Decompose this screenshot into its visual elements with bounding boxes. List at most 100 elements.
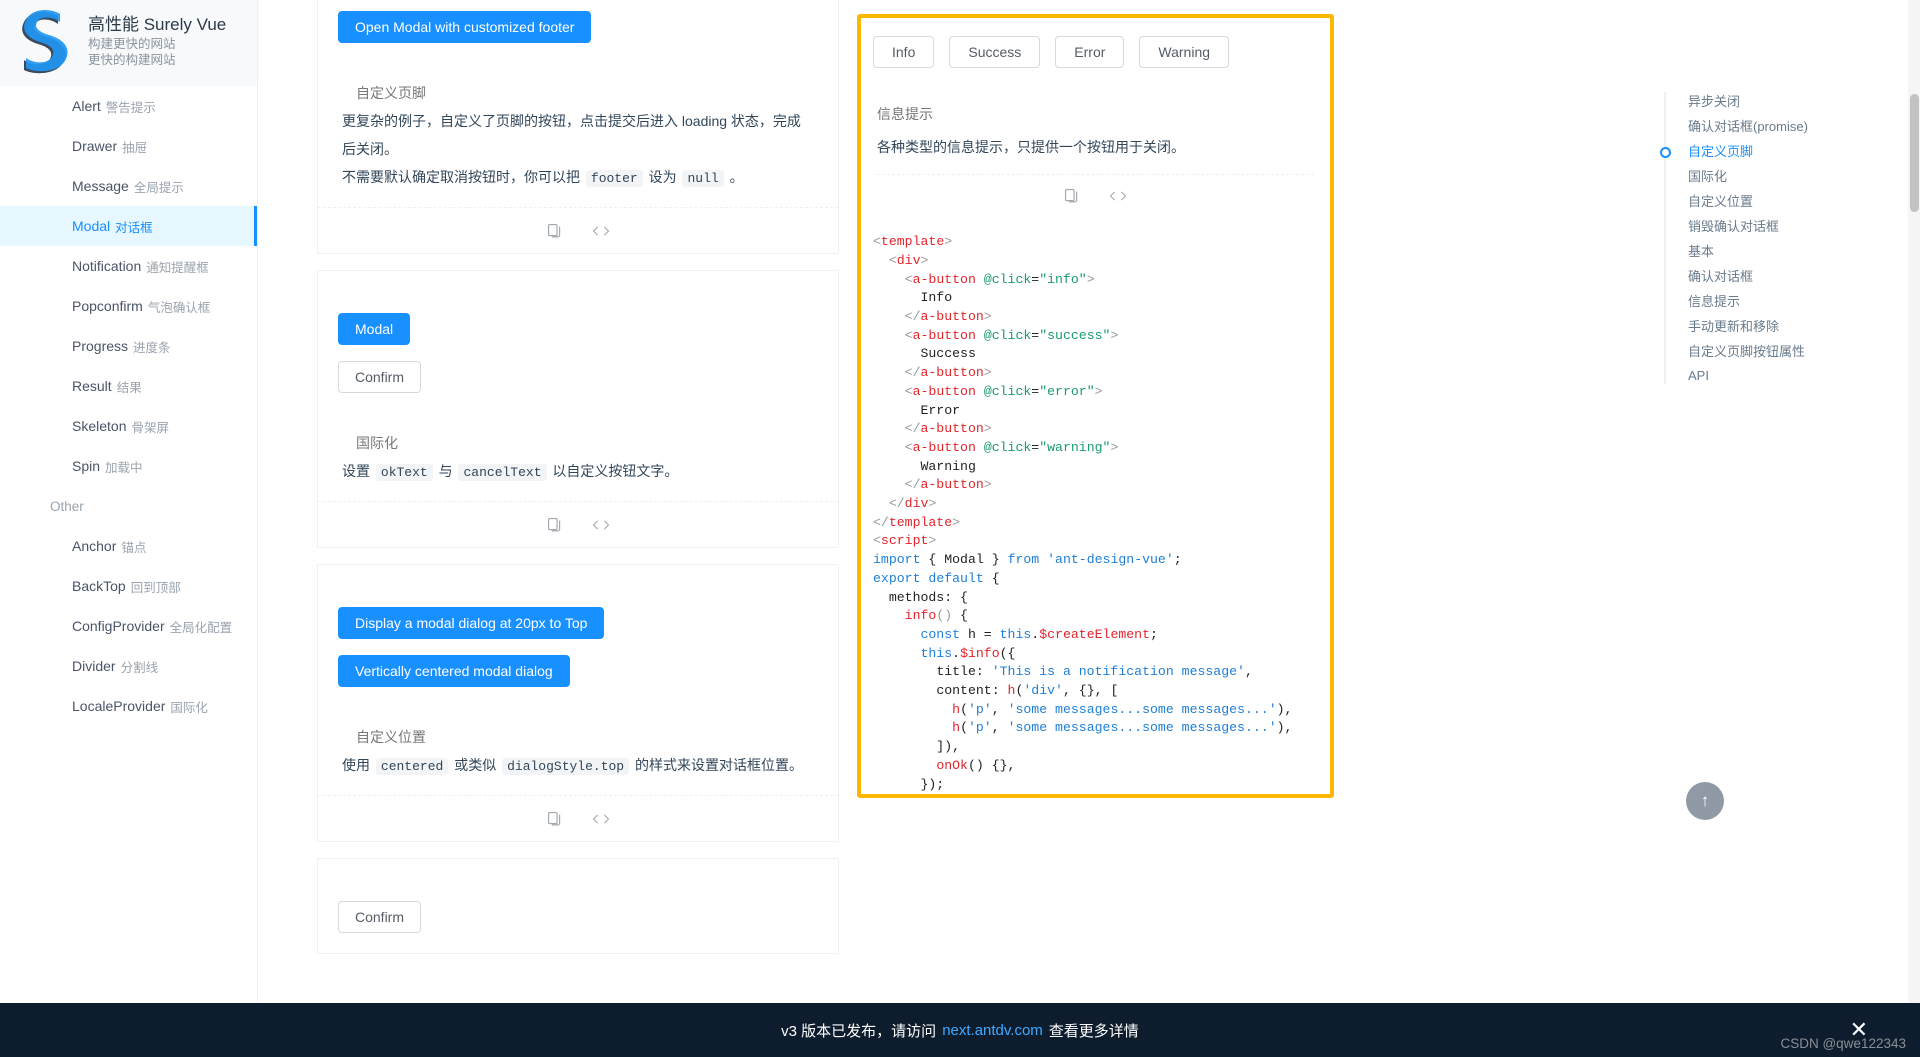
sidebar-item-backtop[interactable]: BackTop 回到顶部 [0,566,257,606]
sidebar-item-label-cn: 结果 [116,380,142,395]
code-collapse-icon[interactable] [1108,189,1128,203]
demo-description: 设置 okText 与 cancelText 以自定义按钮文字。 [342,453,814,501]
modal-button[interactable]: Modal [338,313,411,345]
sidebar-item-label: Divider [72,658,116,674]
sidebar-item-label-cn: 警告提示 [105,100,156,115]
anchor-item-basic[interactable]: 基本 [1664,238,1864,263]
demo-meta: 自定义位置 使用 centered 或类似 dialogStyle.top 的样… [318,727,838,795]
sidebar-item-label: Spin [72,458,101,474]
desc-text: 的样式来设置对话框位置。 [635,757,804,773]
sidebar-item-label-cn: 对话框 [115,220,153,235]
sidebar-item-label-cn: 进度条 [133,340,171,355]
sidebar-item-label-cn: 锚点 [121,540,147,555]
demo-actions [877,174,1314,216]
sidebar-item-modal[interactable]: Modal 对话框 [0,206,257,246]
demo-description: 更复杂的例子，自定义了页脚的按钮，点击提交后进入 loading 状态，完成后关… [342,103,814,207]
brand-text: 高性能 Surely Vue 构建更快的网站 更快的构建网站 [88,14,226,68]
sidebar-nav: Alert 警告提示 Drawer 抽屉 Message 全局提示 Modal … [0,86,257,726]
error-button[interactable]: Error [1055,36,1125,68]
sidebar: 高性能 Surely Vue 构建更快的网站 更快的构建网站 Alert 警告提… [0,0,258,1003]
demo-title-wrap: 国际化 [342,433,814,453]
anchor-item-info-message[interactable]: 信息提示 [1664,288,1864,313]
anchor-item-api[interactable]: API [1664,363,1864,388]
desc-text: 以自定义按钮文字。 [552,463,679,479]
desc-text: 不需要默认确定取消按钮时，你可以把 [342,169,580,185]
anchor-item-locale[interactable]: 国际化 [1664,163,1864,188]
back-to-top-button[interactable]: ↑ [1686,782,1724,820]
sidebar-item-progress[interactable]: Progress 进度条 [0,326,257,366]
demo-description-line2: 不需要默认确定取消按钮时，你可以把 footer 设为 null 。 [342,163,814,193]
sidebar-item-label: Popconfirm [72,298,143,314]
demo-meta: 国际化 设置 okText 与 cancelText 以自定义按钮文字。 [318,433,838,501]
code-expand-icon[interactable] [591,812,611,826]
anchor-item-confirm-promise[interactable]: 确认对话框(promise) [1664,113,1864,138]
sidebar-item-popconfirm[interactable]: Popconfirm 气泡确认框 [0,286,257,326]
sidebar-item-label-cn: 通知提醒框 [146,260,209,275]
sidebar-item-label-cn: 骨架屏 [131,420,169,435]
code-expand-icon[interactable] [591,224,611,238]
demo-column-left: Open Modal with customized footer 自定义页脚 … [317,0,839,970]
sidebar-item-result[interactable]: Result 结果 [0,366,257,406]
demo-card-custom-position: Display a modal dialog at 20px to Top Ve… [317,564,839,842]
anchor-nav: 异步关闭 确认对话框(promise) 自定义页脚 国际化 自定义位置 销毁确认… [1660,88,1864,388]
sidebar-group-other: Other [50,498,84,514]
announcement-banner: v3 版本已发布，请访问 next.antdv.com 查看更多详情 ✕ [0,1003,1920,1057]
demo-description: 各种类型的信息提示，只提供一个按钮用于关闭。 [877,139,1185,155]
anchor-item-custom-position[interactable]: 自定义位置 [1664,188,1864,213]
sidebar-item-alert[interactable]: Alert 警告提示 [0,86,257,126]
demo-actions [318,795,838,841]
sidebar-item-label-cn: 加载中 [105,460,143,475]
sidebar-item-label: Progress [72,338,129,354]
display-modal-20px-top-button[interactable]: Display a modal dialog at 20px to Top [338,607,605,639]
anchor-item-manual-update-remove[interactable]: 手动更新和移除 [1664,313,1864,338]
sidebar-item-label: Result [72,378,112,394]
sidebar-item-spin[interactable]: Spin 加载中 [0,446,257,486]
success-button[interactable]: Success [949,36,1041,68]
open-modal-customized-footer-button[interactable]: Open Modal with customized footer [338,11,592,43]
vertically-centered-modal-button[interactable]: Vertically centered modal dialog [338,655,570,687]
brand-header[interactable]: 高性能 Surely Vue 构建更快的网站 更快的构建网站 [0,0,257,86]
inline-code-centered: centered [375,758,449,775]
warning-button[interactable]: Warning [1139,36,1230,68]
copy-icon[interactable] [546,810,563,827]
sidebar-item-label-cn: 全局化配置 [169,620,233,635]
message-type-button-row: Info Success Error Warning [861,18,1330,68]
banner-link[interactable]: next.antdv.com [942,1022,1043,1039]
sidebar-item-label: Modal [72,218,111,234]
inline-code-oktext: okText [375,464,433,481]
sidebar-item-message[interactable]: Message 全局提示 [0,166,257,206]
demo-actions [318,207,838,253]
desc-text: 设为 [648,169,677,185]
sidebar-item-label: Anchor [72,538,117,554]
desc-text: 与 [438,463,453,479]
code-expand-icon[interactable] [591,518,611,532]
anchor-item-destroy-confirm[interactable]: 销毁确认对话框 [1664,213,1864,238]
sidebar-item-label-cn: 气泡确认框 [147,300,211,315]
copy-icon[interactable] [546,222,563,239]
demo-card-custom-footer: Open Modal with customized footer 自定义页脚 … [317,0,839,254]
page-scrollbar-track[interactable] [1908,0,1920,1003]
highlight-meta: 信息提示 各种类型的信息提示，只提供一个按钮用于关闭。 [861,104,1330,216]
confirm-button[interactable]: Confirm [338,901,422,933]
copy-icon[interactable] [546,516,563,533]
anchor-item-async-close[interactable]: 异步关闭 [1664,88,1864,113]
demo-card-next: Confirm [317,858,839,954]
highlight-inner: Info Success Error Warning 信息提示 各种类型的信息提… [861,18,1330,794]
sidebar-item-label-cn: 抽屉 [122,140,148,155]
sidebar-item-label: Alert [72,98,101,114]
anchor-item-custom-footer[interactable]: 自定义页脚 [1660,138,1864,163]
copy-icon[interactable] [1063,187,1080,204]
sidebar-item-divider[interactable]: Divider 分割线 [0,646,257,686]
info-button[interactable]: Info [873,36,935,68]
page-scrollbar-thumb[interactable] [1910,94,1919,212]
anchor-item-confirm-dialog[interactable]: 确认对话框 [1664,263,1864,288]
anchor-item-custom-footer-button-props[interactable]: 自定义页脚按钮属性 [1664,338,1864,363]
sidebar-item-skeleton[interactable]: Skeleton 骨架屏 [0,406,257,446]
inline-code-null: null [682,170,724,187]
sidebar-item-configprovider[interactable]: ConfigProvider 全局化配置 [0,606,257,646]
confirm-button[interactable]: Confirm [338,361,422,393]
sidebar-item-notification[interactable]: Notification 通知提醒框 [0,246,257,286]
sidebar-item-anchor[interactable]: Anchor 锚点 [0,526,257,566]
sidebar-item-localeprovider[interactable]: LocaleProvider 国际化 [0,686,257,726]
sidebar-item-drawer[interactable]: Drawer 抽屉 [0,126,257,166]
